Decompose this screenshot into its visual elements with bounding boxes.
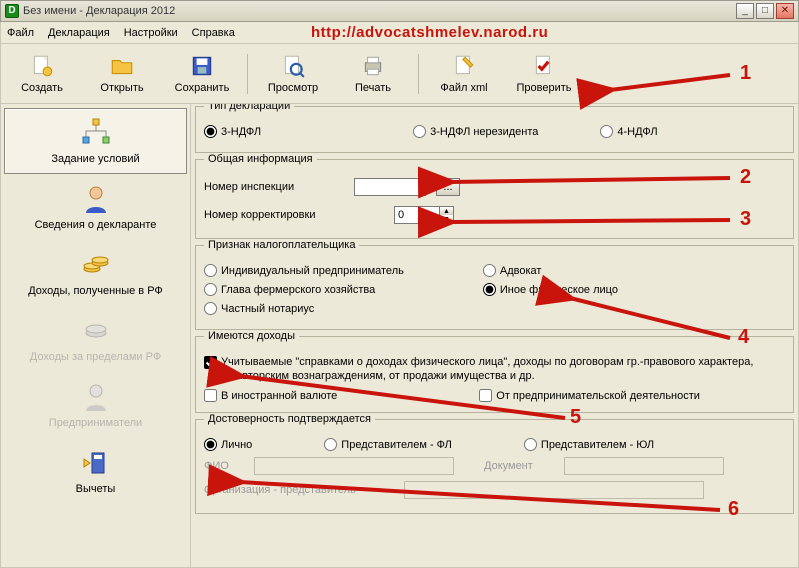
radio-self[interactable]: Лично — [204, 438, 252, 451]
calculator-icon — [80, 447, 112, 479]
sidebar-declarant-label: Сведения о декларанте — [35, 219, 157, 231]
new-file-icon — [29, 53, 55, 79]
radio-notary[interactable]: Частный нотариус — [204, 302, 483, 315]
menu-declaration[interactable]: Декларация — [48, 27, 110, 39]
correction-input[interactable] — [394, 206, 440, 224]
doc-label: Документ — [484, 460, 554, 472]
radio-farmer[interactable]: Глава фермерского хозяйства — [204, 283, 483, 296]
sidebar-deductions[interactable]: Вычеты — [4, 438, 187, 504]
legend-general: Общая информация — [204, 153, 317, 165]
tb-view-label: Просмотр — [268, 82, 318, 94]
xml-file-icon — [451, 53, 477, 79]
maximize-button[interactable]: □ — [756, 3, 774, 19]
check-income-entr[interactable]: От предпринимательской деятельности — [479, 389, 700, 402]
fio-input — [254, 457, 454, 475]
open-folder-icon — [109, 53, 135, 79]
group-declaration-type: Тип декларации 3-НДФЛ 3-НДФЛ нерезидента… — [195, 106, 794, 153]
group-confirm: Достоверность подтверждается Лично Предс… — [195, 419, 794, 514]
tb-print-label: Печать — [355, 82, 391, 94]
diagram-icon — [80, 117, 112, 149]
sidebar-income-rf-label: Доходы, полученные в РФ — [28, 285, 163, 297]
tb-create[interactable]: Создать — [7, 53, 77, 94]
legend-type: Тип декларации — [204, 104, 294, 112]
org-label: Организация - представитель — [204, 484, 394, 496]
toolbar: Создать Открыть Сохранить Просмотр Печат… — [0, 44, 799, 104]
radio-3ndfl[interactable]: 3-НДФЛ — [204, 125, 261, 138]
radio-rep-ul[interactable]: Представителем - ЮЛ — [524, 438, 654, 451]
correction-spinner[interactable]: ▲▼ — [394, 206, 454, 224]
overlay-url: http://advocatshmelev.narod.ru — [311, 24, 548, 41]
menu-file[interactable]: Файл — [7, 27, 34, 39]
group-income: Имеются доходы Учитываемые "справками о … — [195, 336, 794, 413]
legend-confirm: Достоверность подтверждается — [204, 413, 375, 425]
radio-ip[interactable]: Индивидуальный предприниматель — [204, 264, 483, 277]
sidebar-conditions[interactable]: Задание условий — [4, 108, 187, 174]
close-button[interactable]: ✕ — [776, 3, 794, 19]
legend-income: Имеются доходы — [204, 330, 299, 342]
minimize-button[interactable]: _ — [736, 3, 754, 19]
tb-check[interactable]: Проверить — [509, 53, 579, 94]
content: Тип декларации 3-НДФЛ 3-НДФЛ нерезидента… — [191, 104, 798, 567]
legend-taxpayer: Признак налогоплательщика — [204, 239, 359, 251]
globe-coins-icon — [80, 315, 112, 347]
tb-print[interactable]: Печать — [338, 53, 408, 94]
tb-xml-label: Файл xml — [440, 82, 487, 94]
check-income-main[interactable]: Учитываемые "справками о доходах физичес… — [204, 355, 763, 383]
tb-save[interactable]: Сохранить — [167, 53, 237, 94]
group-taxpayer: Признак налогоплательщика Индивидуальный… — [195, 245, 794, 330]
sidebar-income-abroad[interactable]: Доходы за пределами РФ — [4, 306, 187, 372]
menu-help[interactable]: Справка — [192, 27, 235, 39]
sidebar-declarant[interactable]: Сведения о декларанте — [4, 174, 187, 240]
sidebar-income-rf[interactable]: Доходы, полученные в РФ — [4, 240, 187, 306]
window-title: Без имени - Декларация 2012 — [23, 5, 734, 17]
doc-input — [564, 457, 724, 475]
sidebar-conditions-label: Задание условий — [51, 153, 139, 165]
tb-open[interactable]: Открыть — [87, 53, 157, 94]
spin-down[interactable]: ▼ — [440, 215, 453, 223]
print-icon — [360, 53, 386, 79]
radio-4ndfl[interactable]: 4-НДФЛ — [600, 125, 657, 138]
check-icon — [531, 53, 557, 79]
sidebar: Задание условий Сведения о декларанте До… — [1, 104, 191, 567]
radio-3ndfl-nonres[interactable]: 3-НДФЛ нерезидента — [413, 125, 538, 138]
radio-other-person[interactable]: Иное физическое лицо — [483, 283, 762, 296]
inspection-browse-button[interactable]: ... — [436, 178, 460, 196]
inspection-input[interactable] — [354, 178, 426, 196]
tb-xml[interactable]: Файл xml — [429, 53, 499, 94]
menubar: Файл Декларация Настройки Справка http:/… — [0, 22, 799, 44]
preview-icon — [280, 53, 306, 79]
fio-label: ФИО — [204, 460, 244, 472]
radio-rep-fl[interactable]: Представителем - ФЛ — [324, 438, 452, 451]
tb-open-label: Открыть — [100, 82, 143, 94]
tb-create-label: Создать — [21, 82, 63, 94]
titlebar: D Без имени - Декларация 2012 _ □ ✕ — [0, 0, 799, 22]
tb-check-label: Проверить — [516, 82, 571, 94]
sidebar-income-abroad-label: Доходы за пределами РФ — [30, 351, 161, 363]
save-icon — [189, 53, 215, 79]
menu-settings[interactable]: Настройки — [124, 27, 178, 39]
spin-up[interactable]: ▲ — [440, 207, 453, 215]
correction-label: Номер корректировки — [204, 209, 384, 221]
tb-save-label: Сохранить — [175, 82, 230, 94]
org-input — [404, 481, 704, 499]
sidebar-deductions-label: Вычеты — [76, 483, 116, 495]
group-general: Общая информация Номер инспекции ... Ном… — [195, 159, 794, 239]
inspection-label: Номер инспекции — [204, 181, 344, 193]
radio-advocate[interactable]: Адвокат — [483, 264, 762, 277]
person-icon — [80, 183, 112, 215]
app-icon: D — [5, 4, 19, 18]
sidebar-entrepreneurs-label: Предприниматели — [49, 417, 142, 429]
check-income-foreign[interactable]: В иностранной валюте — [204, 389, 337, 402]
coins-icon — [80, 249, 112, 281]
business-person-icon — [80, 381, 112, 413]
tb-view[interactable]: Просмотр — [258, 53, 328, 94]
sidebar-entrepreneurs[interactable]: Предприниматели — [4, 372, 187, 438]
